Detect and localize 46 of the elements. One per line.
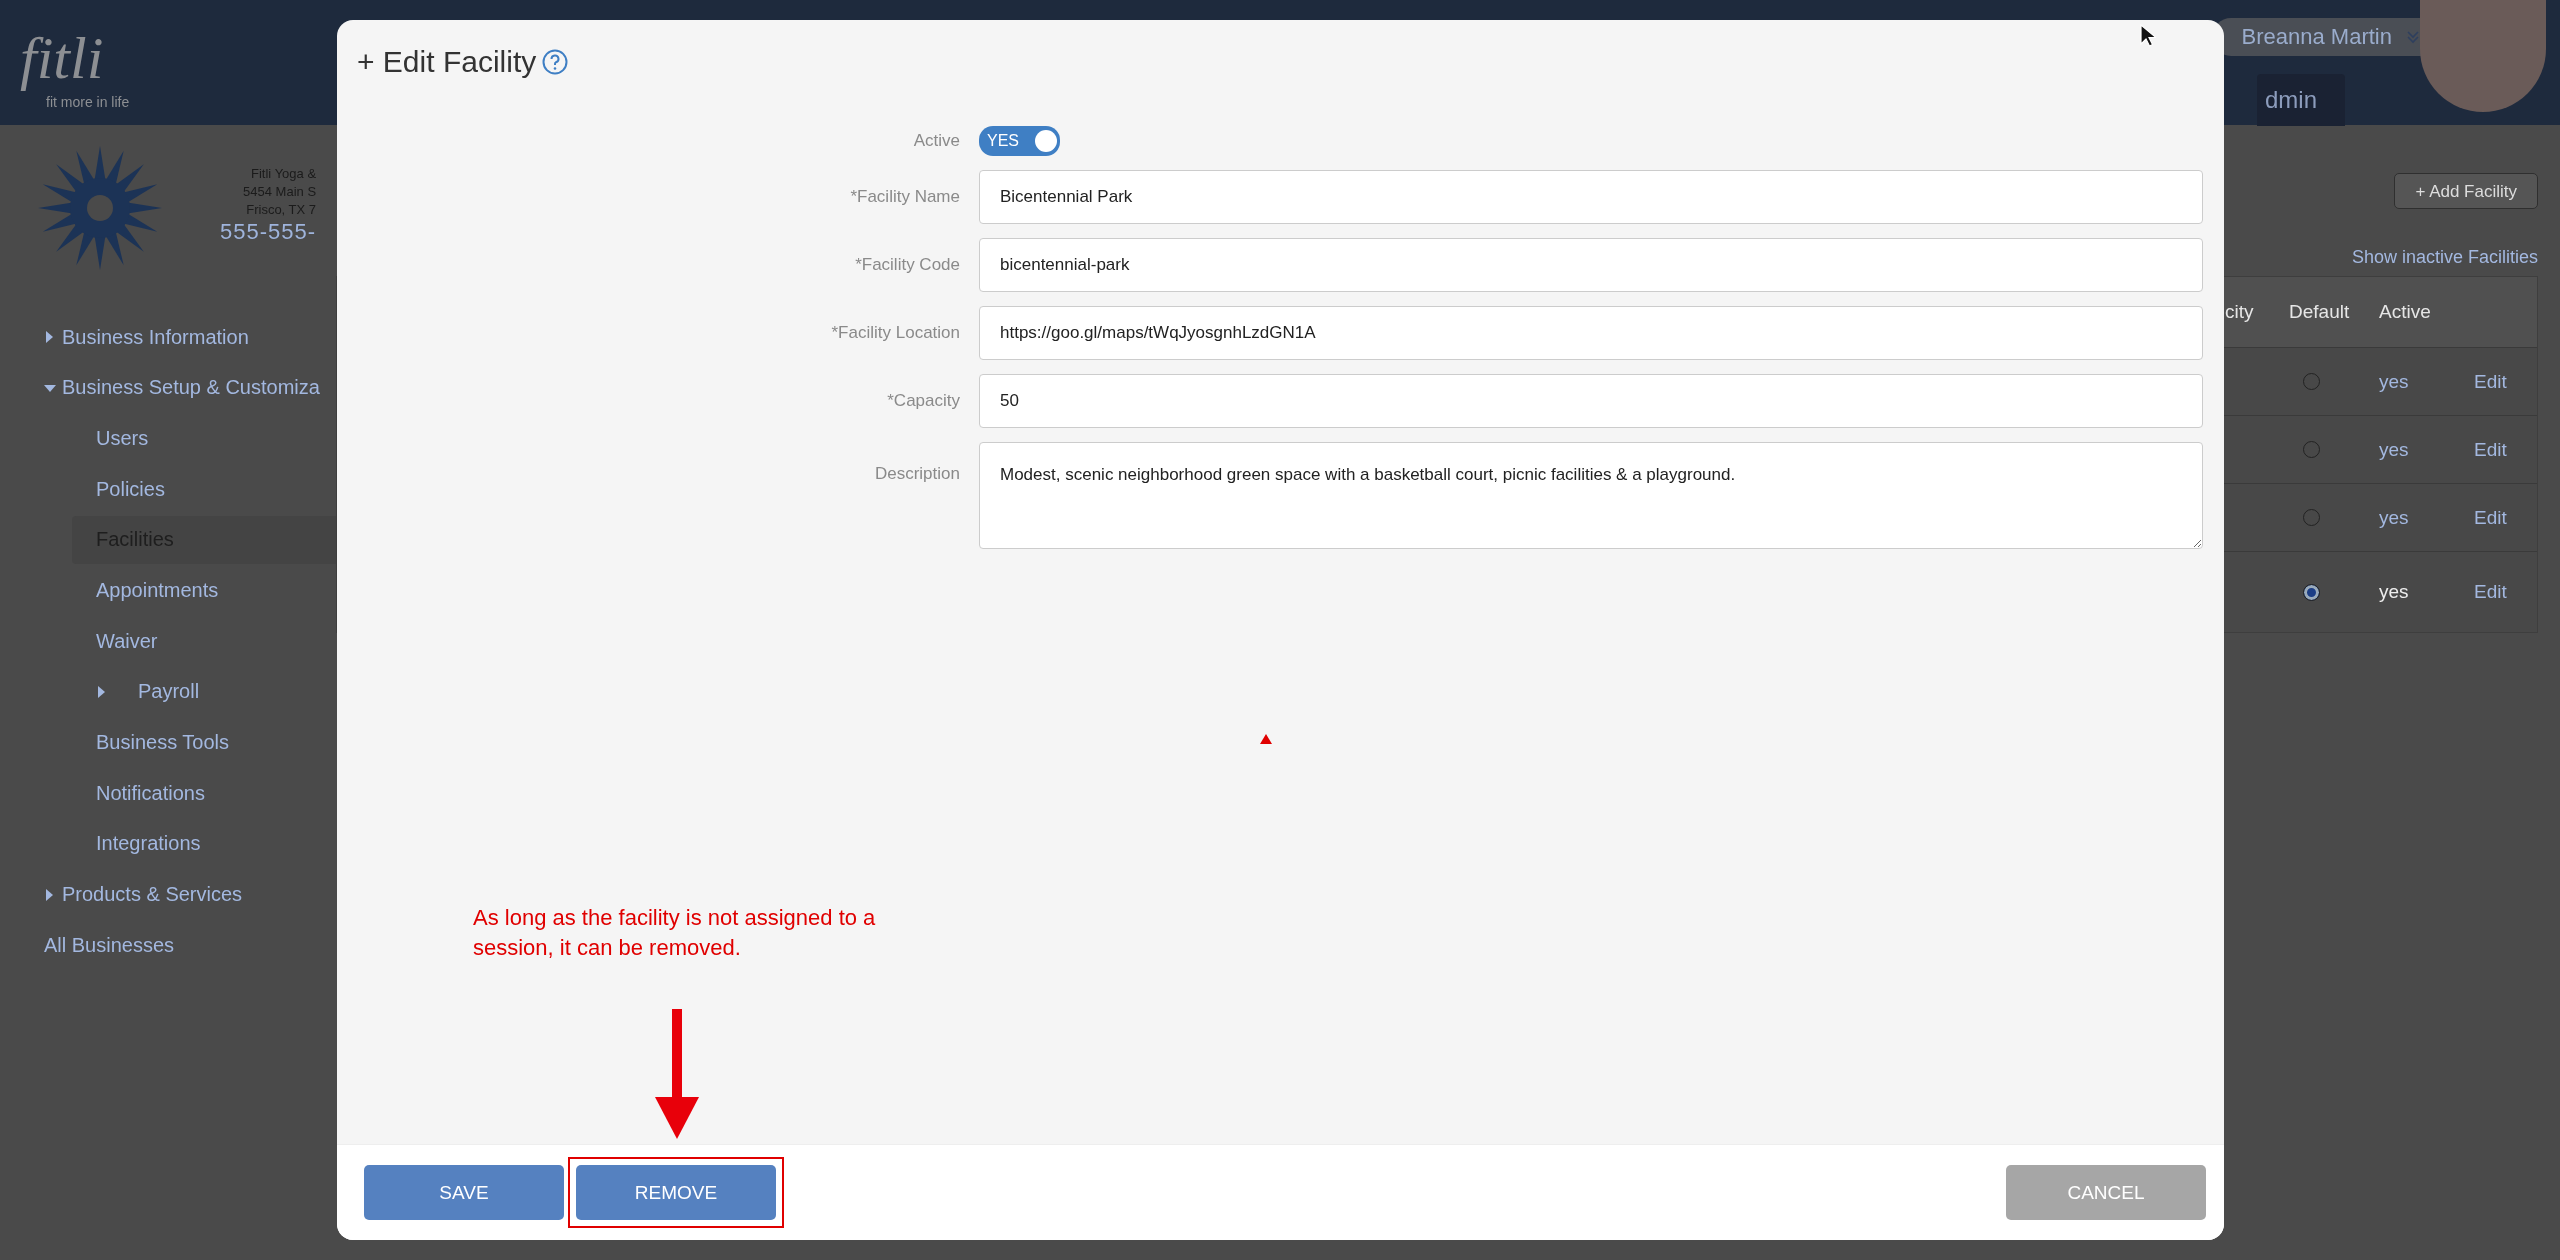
field-label: Active (912, 131, 960, 151)
logo-tagline: fit more in life (46, 94, 131, 110)
admin-tab[interactable]: dmin (2257, 74, 2345, 126)
field-label: *Facility Location (830, 323, 960, 343)
column-header: Active (2379, 301, 2432, 323)
input-field[interactable]: 50 (979, 374, 2203, 428)
column-header: Default (2289, 301, 2351, 323)
nav-item[interactable]: Users (0, 414, 336, 463)
add-facility-button[interactable]: + Add Facility (2394, 173, 2538, 209)
logo-text: fitli (20, 24, 105, 93)
modal-title: + Edit Facility (357, 45, 537, 79)
edit-link[interactable]: Edit (2474, 370, 2507, 392)
annotation-text: As long as the facility is not assigned to a session, it can be removed. (473, 904, 877, 962)
phone-number: 555-555- (220, 219, 317, 245)
nav-item[interactable]: Business Information (0, 313, 336, 361)
action-button[interactable]: SAVE (364, 1165, 564, 1220)
edit-link[interactable]: Edit (2474, 506, 2507, 528)
nav-item[interactable]: All Businesses (0, 921, 336, 970)
action-button[interactable]: REMOVE (576, 1165, 776, 1220)
active-text: yes (2379, 581, 2409, 602)
nav-item[interactable]: Notifications (0, 769, 336, 818)
description-field[interactable]: Modest, scenic neighborhood green space with a basketball court, picnic facilities & a playground. (979, 442, 2203, 549)
user-name: Breanna Martin (2241, 24, 2392, 50)
field-label: *Facility Name (849, 187, 960, 207)
nav-item[interactable]: Policies (0, 465, 336, 514)
nav-item[interactable]: Appointments (0, 566, 336, 615)
nav-item[interactable]: Waiver (0, 617, 336, 666)
field-label: *Facility Code (854, 255, 960, 275)
active-link[interactable]: yes (2379, 370, 2409, 392)
cancel-button[interactable]: CANCEL (2006, 1165, 2206, 1220)
nav-item[interactable]: Business Setup & Customiza (0, 363, 336, 412)
nav-item[interactable]: Payroll (0, 667, 336, 716)
active-link[interactable]: yes (2379, 506, 2409, 528)
toggle-switch[interactable]: YES (979, 126, 1060, 156)
field-label: *Capacity (886, 391, 960, 411)
column-header: city (2225, 301, 2255, 323)
input-field[interactable]: bicentennial-park (979, 238, 2203, 292)
nav-item[interactable]: Business Tools (0, 718, 336, 767)
nav-item[interactable]: Products & Services (0, 870, 336, 919)
edit-link[interactable]: Edit (2474, 438, 2507, 460)
input-field[interactable]: Bicentennial Park (979, 170, 2203, 224)
active-link[interactable]: yes (2379, 438, 2409, 460)
edit-link[interactable]: Edit (2474, 581, 2507, 602)
input-field[interactable]: https://goo.gl/maps/tWqJyosgnhLzdGN1A (979, 306, 2203, 360)
nav-item[interactable]: Integrations (0, 819, 336, 868)
field-label: Description (873, 463, 960, 484)
